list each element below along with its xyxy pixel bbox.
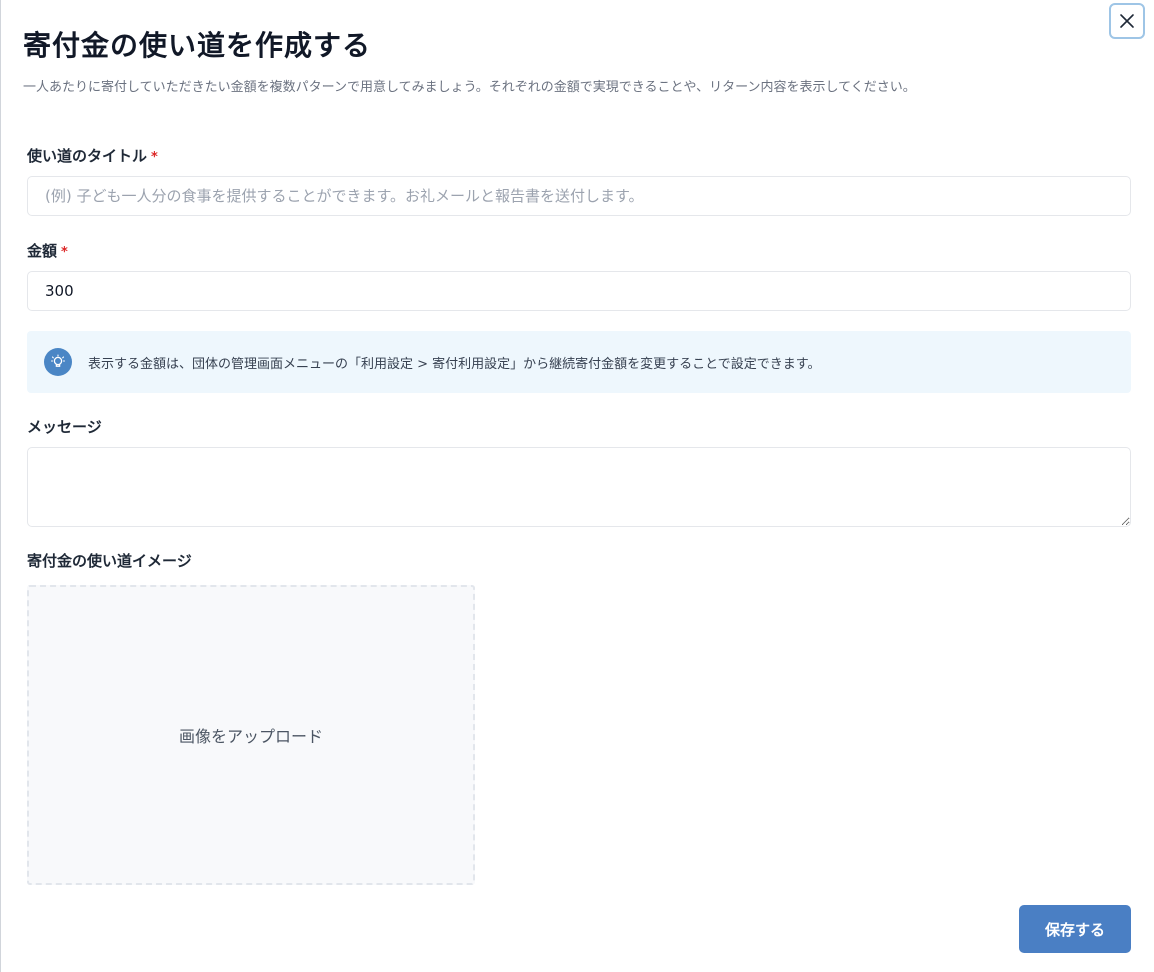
image-field-label: 寄付金の使い道イメージ xyxy=(27,552,192,570)
modal-title: 寄付金の使い道を作成する xyxy=(23,29,372,62)
info-notice-text: 表示する金額は、団体の管理画面メニューの「利用設定 > 寄付利用設定」から継続寄… xyxy=(88,356,821,372)
amount-field-label: 金額 * xyxy=(27,240,68,261)
info-notice: 表示する金額は、団体の管理画面メニューの「利用設定 > 寄付利用設定」から継続寄… xyxy=(27,331,1131,393)
modal-description: 一人あたりに寄付していただきたい金額を複数パターンで用意してみましょう。それぞれ… xyxy=(23,80,916,95)
amount-label-text: 金額 xyxy=(27,242,58,260)
lightbulb-icon xyxy=(44,348,72,376)
close-icon xyxy=(1120,14,1134,28)
required-mark: * xyxy=(61,245,68,260)
title-label-text: 使い道のタイトル xyxy=(27,147,148,165)
close-button[interactable] xyxy=(1109,3,1145,39)
create-usage-modal: 寄付金の使い道を作成する 一人あたりに寄付していただきたい金額を複数パターンで用… xyxy=(0,0,1154,972)
message-field-label: メッセージ xyxy=(27,418,102,436)
message-textarea[interactable] xyxy=(27,447,1131,527)
required-mark: * xyxy=(151,150,158,165)
title-field-label: 使い道のタイトル * xyxy=(27,145,158,166)
upload-text: 画像をアップロード xyxy=(178,727,323,746)
image-upload-dropzone[interactable]: 画像をアップロード xyxy=(27,585,475,885)
amount-input[interactable] xyxy=(27,271,1131,311)
title-input[interactable] xyxy=(27,176,1131,216)
save-button[interactable]: 保存する xyxy=(1019,905,1131,953)
